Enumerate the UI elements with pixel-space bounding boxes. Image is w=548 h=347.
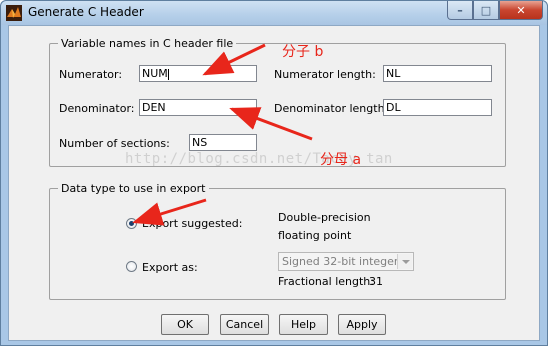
numerator-annotation: 分子 b: [282, 44, 324, 60]
numerator-arrow: [202, 43, 266, 76]
generate-c-header-window: Generate C Header – □ ✕ Variable names i…: [0, 0, 548, 346]
denominator-annotation: 分母 a: [320, 152, 362, 168]
annotation-arrows: [132, 43, 313, 226]
export-suggested-arrow: [132, 198, 207, 226]
denominator-arrow: [229, 107, 313, 141]
